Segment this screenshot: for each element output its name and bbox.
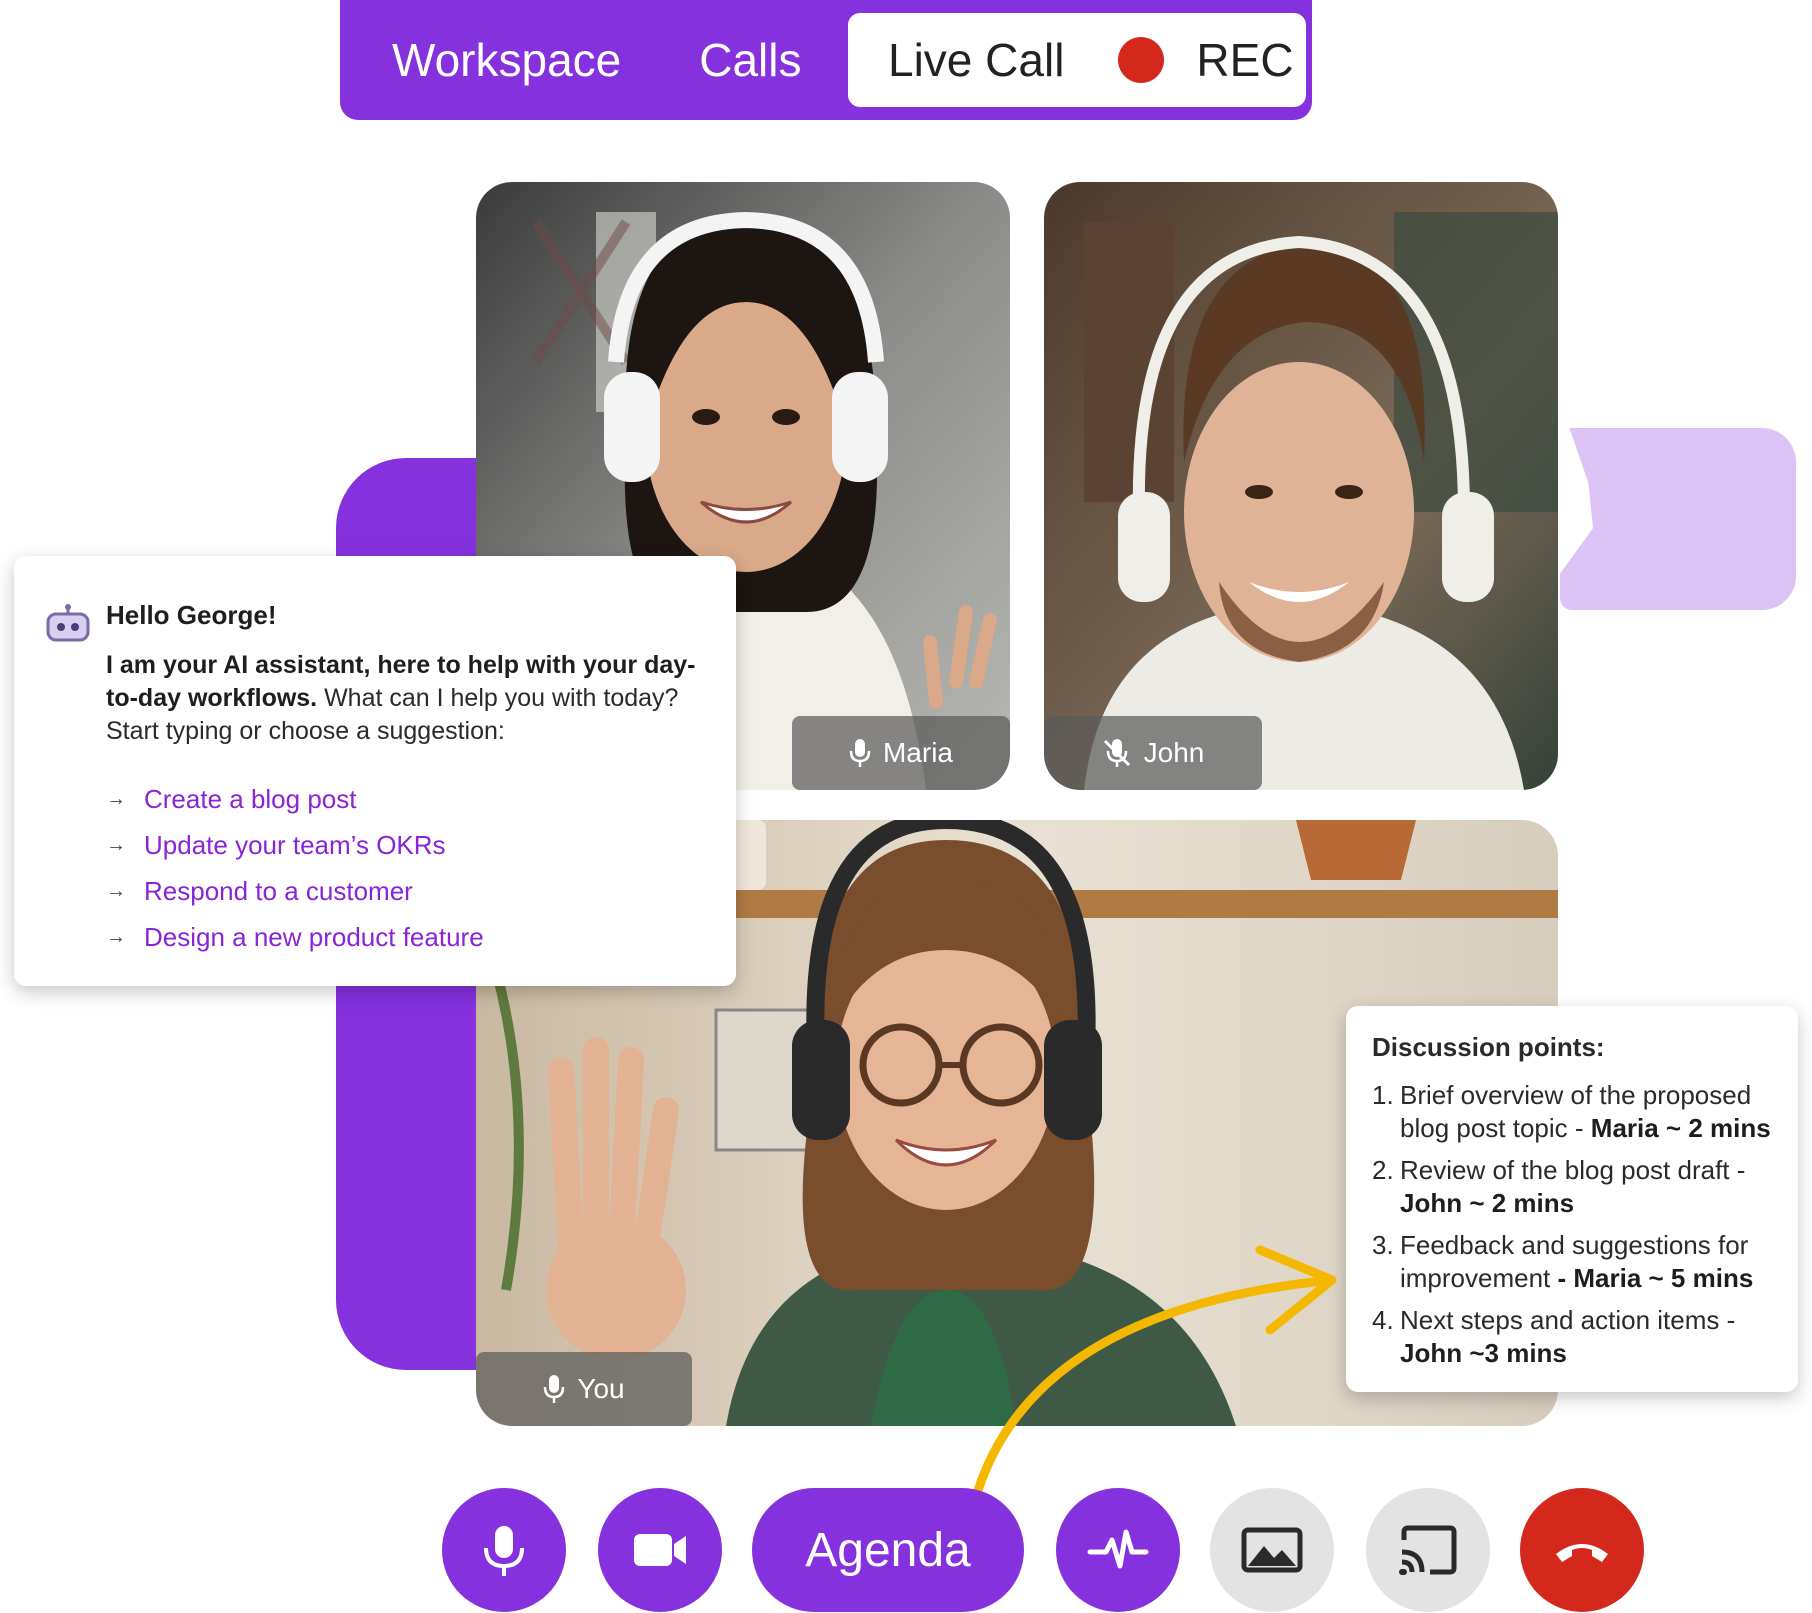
microphone-muted-icon <box>1103 739 1130 767</box>
discussion-points-card: Discussion points: 1. Brief overview of … <box>1346 1006 1798 1392</box>
tab-workspace[interactable]: Workspace <box>392 33 621 87</box>
video-camera-icon <box>634 1534 686 1566</box>
item-number: 3. <box>1372 1230 1394 1260</box>
end-call-icon <box>1556 1544 1608 1562</box>
suggestion-label: Update your team’s OKRs <box>144 829 446 860</box>
suggestion-list: → Create a blog post → Update your team’s … <box>106 776 706 960</box>
suggestion-label: Respond to a customer <box>144 875 413 906</box>
waveform-icon <box>1087 1529 1149 1569</box>
item-owner: John ~3 mins <box>1400 1338 1567 1368</box>
background-button[interactable] <box>1210 1488 1334 1612</box>
participant-name: Maria <box>882 737 953 768</box>
agenda-button[interactable]: Agenda <box>752 1488 1024 1612</box>
rec-label: REC <box>1196 34 1294 86</box>
tab-calls[interactable]: Calls <box>699 33 801 87</box>
suggestion-label: Design a new product feature <box>144 921 484 952</box>
participant-label-john: John <box>1044 716 1262 790</box>
arrow-right-icon: → <box>106 833 126 856</box>
microphone-icon <box>544 1375 565 1403</box>
assistant-intro: I am your AI assistant, here to help wit… <box>106 649 706 748</box>
cast-button[interactable] <box>1366 1488 1490 1612</box>
item-text: Review of the blog post draft - <box>1400 1155 1746 1185</box>
participant-name: John <box>1143 737 1205 768</box>
item-number: 4. <box>1372 1305 1394 1335</box>
end-call-button[interactable] <box>1520 1488 1644 1612</box>
ai-assistant-card: Hello George! I am your AI assistant, he… <box>14 556 736 986</box>
suggestion-item[interactable]: → Design a new product feature <box>106 914 706 960</box>
decorative-lilac-shape <box>1560 428 1796 610</box>
microphone-icon <box>849 739 871 767</box>
discussion-item: 4. Next steps and action items - John ~3… <box>1372 1304 1778 1370</box>
discussion-item: 3. Feedback and suggestions for improvem… <box>1372 1229 1778 1295</box>
suggestion-label: Create a blog post <box>144 783 357 814</box>
arrow-right-icon: → <box>106 879 126 902</box>
robot-icon <box>46 604 90 642</box>
microphone-icon <box>484 1526 524 1576</box>
participant-name: You <box>577 1373 625 1404</box>
arrow-right-icon: → <box>106 787 126 810</box>
discussion-title: Discussion points: <box>1372 1032 1605 1062</box>
discussion-item: 1. Brief overview of the proposed blog p… <box>1372 1079 1778 1145</box>
item-text: Next steps and action items - <box>1400 1305 1736 1335</box>
john-video-feed <box>1044 182 1558 790</box>
top-nav: Workspace Calls Live Call REC <box>340 0 1312 120</box>
participant-label-maria: Maria <box>792 716 1010 790</box>
record-indicator-icon <box>1118 37 1165 83</box>
image-icon <box>1241 1527 1303 1573</box>
participant-label-you: You <box>476 1352 692 1426</box>
camera-button[interactable] <box>598 1488 722 1612</box>
live-call-label: Live Call <box>888 34 1065 86</box>
activity-button[interactable] <box>1056 1488 1180 1612</box>
suggestion-item[interactable]: → Respond to a customer <box>106 868 706 914</box>
video-tile-john[interactable]: John <box>1044 182 1558 790</box>
arrow-right-icon: → <box>106 925 126 948</box>
discussion-item: 2. Review of the blog post draft - John … <box>1372 1154 1778 1220</box>
item-owner: - Maria ~ 5 mins <box>1557 1263 1754 1293</box>
item-owner: John ~ 2 mins <box>1400 1188 1575 1218</box>
item-number: 2. <box>1372 1155 1394 1185</box>
tab-live-call[interactable]: Live Call REC <box>848 13 1306 107</box>
suggestion-item[interactable]: → Update your team’s OKRs <box>106 822 706 868</box>
item-number: 1. <box>1372 1080 1394 1110</box>
microphone-button[interactable] <box>442 1488 566 1612</box>
assistant-greeting: Hello George! <box>106 600 277 630</box>
suggestion-item[interactable]: → Create a blog post <box>106 776 706 822</box>
item-owner: Maria ~ 2 mins <box>1590 1113 1771 1143</box>
discussion-list: 1. Brief overview of the proposed blog p… <box>1372 1079 1778 1370</box>
cast-icon <box>1399 1525 1457 1575</box>
